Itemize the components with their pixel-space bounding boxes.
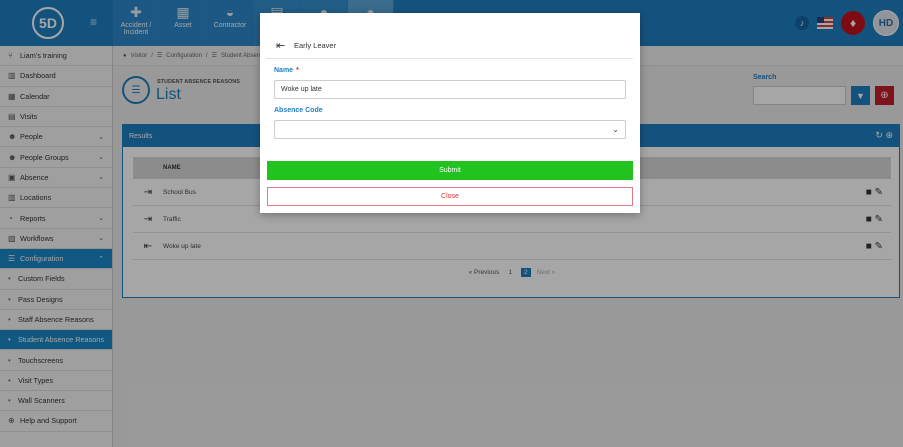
sign-out-icon: ⇤ — [276, 40, 286, 52]
modal-header: ⇤ Early Leaver — [266, 33, 633, 59]
name-label: Name * — [274, 67, 299, 74]
absence-code-label: Absence Code — [274, 107, 323, 114]
close-button[interactable]: Close — [267, 187, 633, 206]
name-label-text: Name — [274, 67, 294, 74]
required-mark: * — [296, 67, 299, 74]
submit-button[interactable]: Submit — [267, 161, 633, 180]
name-input[interactable]: Woke up late — [274, 80, 626, 99]
early-leaver-modal: ⇤ Early Leaver Name * Woke up late Absenc… — [260, 13, 640, 213]
absence-code-select[interactable]: ⌄ — [274, 120, 626, 139]
modal-title: Early Leaver — [294, 41, 337, 50]
chevron-down-icon: ⌄ — [612, 125, 619, 134]
